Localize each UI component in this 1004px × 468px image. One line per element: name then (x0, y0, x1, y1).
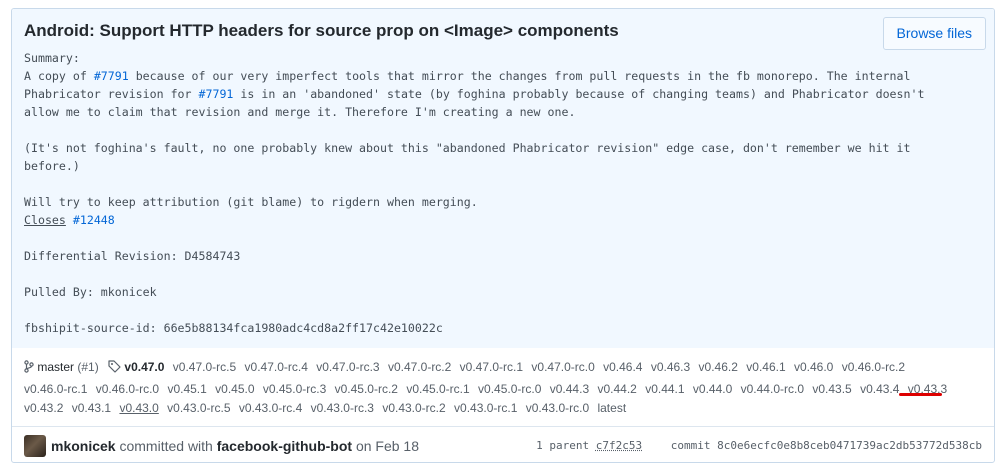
tag-link[interactable]: v0.44.0 (693, 382, 732, 396)
tag-link[interactable]: v0.45.0-rc.2 (335, 382, 398, 396)
description-line: before.) (24, 157, 954, 175)
description-text: Pulled By: mkonicek (24, 285, 157, 299)
branch-icon (24, 360, 34, 380)
description-text: Phabricator revision for (24, 87, 199, 101)
tag-link[interactable]: v0.46.0 (794, 360, 833, 374)
description-line (24, 175, 954, 193)
description-line: Differential Revision: D4584743 (24, 247, 954, 265)
description-line (24, 301, 954, 319)
tag-link[interactable]: v0.45.0-rc.3 (263, 382, 326, 396)
branch-pr-count[interactable]: (#1) (77, 360, 98, 374)
description-text: before.) (24, 159, 80, 173)
commit-header: Android: Support HTTP headers for source… (12, 9, 994, 415)
closes-keyword: Closes (24, 213, 66, 227)
description-line: allow me to claim that revision and merg… (24, 103, 954, 121)
branch-tag-list: master (#1) v0.47.0 v0.47.0-rc.5 v0.47.0… (24, 358, 959, 419)
branch-name[interactable]: master (37, 360, 74, 374)
tag-link[interactable]: v0.47.0-rc.4 (245, 360, 308, 374)
tag-link[interactable]: v0.46.1 (746, 360, 785, 374)
commit-label: commit (670, 439, 711, 452)
tag-link[interactable]: v0.43.0-rc.0 (526, 401, 589, 415)
tag-link[interactable]: v0.47.0-rc.2 (388, 360, 451, 374)
tag-link[interactable]: v0.43.0-rc.5 (167, 401, 230, 415)
description-line: A copy of #7791 because of our very impe… (24, 67, 954, 85)
description-text: Summary: (24, 51, 80, 65)
description-line: (It's not foghina's fault, no one probab… (24, 139, 954, 157)
highlight-underline-annotation (899, 393, 942, 396)
tag-link[interactable]: v0.46.0-rc.0 (96, 382, 159, 396)
tag-link[interactable]: v0.46.0-rc.2 (842, 360, 905, 374)
tag-link[interactable]: v0.45.1 (167, 382, 206, 396)
description-text: fbshipit-source-id: 66e5b88134fca1980adc… (24, 321, 443, 335)
tag-link[interactable]: v0.44.1 (645, 382, 684, 396)
description-text: allow me to claim that revision and merg… (24, 105, 576, 119)
browse-files-button[interactable]: Browse files (882, 17, 986, 50)
description-line: Summary: (24, 49, 954, 67)
author-avatar[interactable] (24, 435, 46, 457)
commit-description: Summary: A copy of #7791 because of our v… (24, 49, 954, 337)
tag-link[interactable]: v0.43.5 (812, 382, 851, 396)
parent-sha-link[interactable]: c7f2c53 (596, 439, 642, 452)
issue-link[interactable]: #12448 (73, 213, 115, 227)
tag-link[interactable]: v0.47.0-rc.5 (173, 360, 236, 374)
tag-link[interactable]: latest (597, 401, 626, 415)
tag-link[interactable]: v0.46.0-rc.1 (24, 382, 87, 396)
description-line (24, 121, 954, 139)
tag-link[interactable]: v0.45.0-rc.1 (406, 382, 469, 396)
description-line: fbshipit-source-id: 66e5b88134fca1980adc… (24, 319, 954, 337)
description-text (66, 213, 73, 227)
divider (12, 426, 994, 427)
committer-link[interactable]: facebook-github-bot (217, 438, 352, 454)
description-line (24, 229, 954, 247)
tag-link[interactable]: v0.43.0-rc.2 (382, 401, 445, 415)
description-line: Closes #12448 (24, 211, 954, 229)
tag-link[interactable]: v0.46.3 (651, 360, 690, 374)
tag-link[interactable]: v0.43.1 (72, 401, 111, 415)
commit-meta: mkonicek committed with facebook-github-… (24, 435, 982, 457)
commit-date: on Feb 18 (355, 438, 419, 454)
description-text: is in an 'abandoned' state (by foghina p… (233, 87, 925, 101)
tag-link[interactable]: v0.44.2 (597, 382, 636, 396)
tag-link[interactable]: v0.43.0-rc.4 (239, 401, 302, 415)
description-text: because of our very imperfect tools that… (128, 69, 911, 83)
description-line: Will try to keep attribution (git blame)… (24, 193, 954, 211)
issue-link[interactable]: #7791 (94, 69, 129, 83)
tag-link[interactable]: v0.43.0 (119, 401, 158, 415)
tag-link[interactable]: v0.44.3 (550, 382, 589, 396)
tag-link[interactable]: v0.47.0-rc.0 (531, 360, 594, 374)
current-tag[interactable]: v0.47.0 (124, 360, 164, 374)
description-line: Pulled By: mkonicek (24, 283, 954, 301)
tag-link[interactable]: v0.44.0-rc.0 (741, 382, 804, 396)
tag-link[interactable]: v0.46.4 (603, 360, 642, 374)
tag-link[interactable]: v0.45.0 (215, 382, 254, 396)
description-text: (It's not foghina's fault, no one probab… (24, 141, 911, 155)
commit-panel: Android: Support HTTP headers for source… (11, 8, 995, 463)
commit-sha[interactable]: 8c0e6ecfc0e8b8ceb0471739ac2db53772d538cb (717, 439, 982, 452)
description-text: Differential Revision: D4584743 (24, 249, 241, 263)
tag-link[interactable]: v0.43.2 (24, 401, 63, 415)
tag-link[interactable]: v0.43.0-rc.1 (454, 401, 517, 415)
commit-title: Android: Support HTTP headers for source… (24, 21, 619, 40)
author-link[interactable]: mkonicek (51, 438, 116, 454)
description-text: Will try to keep attribution (git blame)… (24, 195, 478, 209)
description-line (24, 265, 954, 283)
issue-link[interactable]: #7791 (199, 87, 234, 101)
tag-link[interactable]: v0.47.0-rc.3 (316, 360, 379, 374)
description-text: A copy of (24, 69, 94, 83)
parent-label: 1 parent (536, 439, 590, 452)
tag-icon (108, 360, 121, 380)
tag-link[interactable]: v0.43.0-rc.3 (311, 401, 374, 415)
tag-link[interactable]: v0.47.0-rc.1 (460, 360, 523, 374)
tag-link[interactable]: v0.43.4 (860, 382, 899, 396)
tag-link[interactable]: v0.45.0-rc.0 (478, 382, 541, 396)
committed-with-text: committed with (119, 438, 213, 454)
description-line: Phabricator revision for #7791 is in an … (24, 85, 954, 103)
tag-link[interactable]: v0.46.2 (699, 360, 738, 374)
